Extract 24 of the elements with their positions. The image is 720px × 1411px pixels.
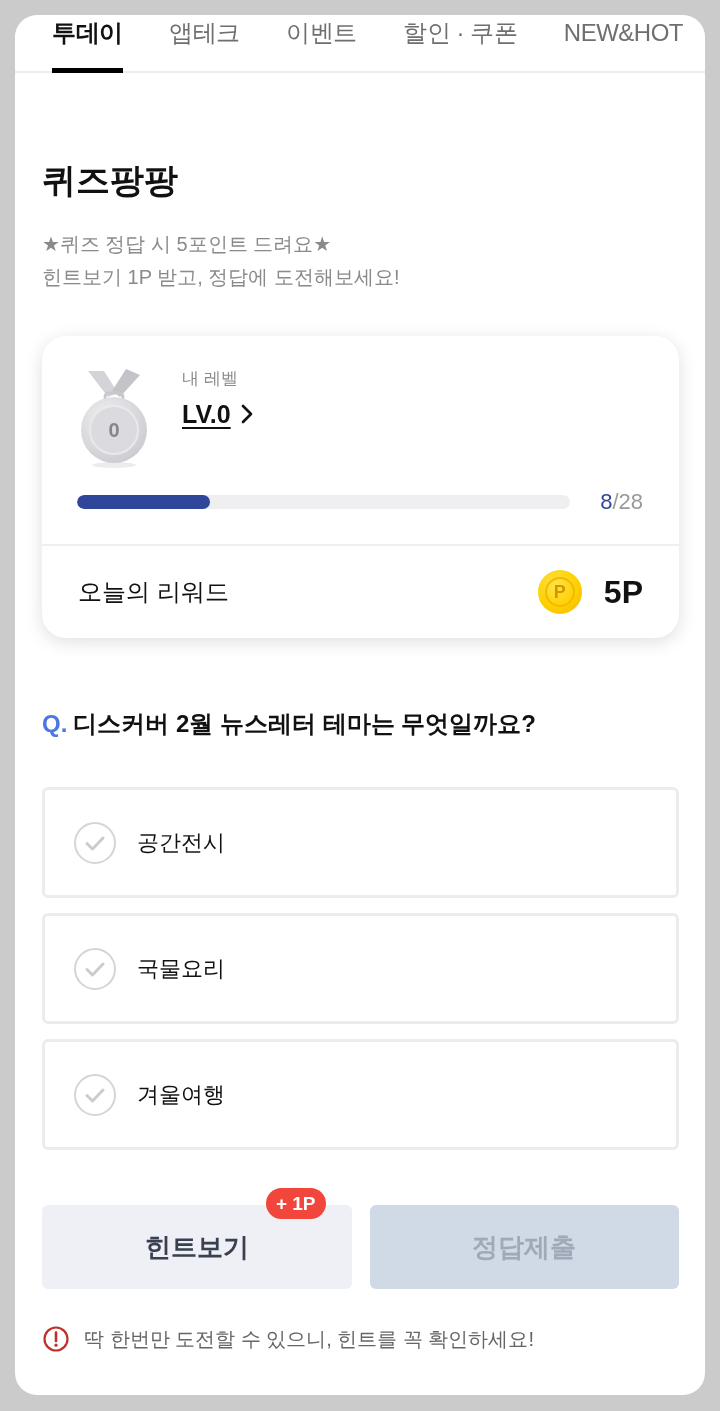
quiz-description: 힌트보기 1P 받고, 정답에 도전해보세요!: [42, 265, 401, 290]
question-text: Q. 디스커버 2월 뉴스레터 테마는 무엇일까요?: [42, 709, 538, 739]
points-badge: + 1P: [265, 1188, 326, 1219]
medal-number: 0: [107, 418, 121, 442]
answer-option[interactable]: 공간전시: [42, 787, 679, 898]
answer-option[interactable]: 겨울여행: [42, 1039, 679, 1150]
tab[interactable]: 앱테크: [169, 15, 240, 73]
coin-icon: P: [537, 570, 582, 614]
tab[interactable]: 투데이: [52, 15, 123, 73]
tab[interactable]: 할인 · 쿠폰: [403, 15, 518, 73]
quiz-title: 퀴즈팡팡: [42, 160, 179, 201]
level-link[interactable]: LV.0: [182, 397, 253, 431]
answer-option[interactable]: 국물요리: [42, 913, 679, 1024]
reward-points: 5P: [603, 573, 643, 612]
level-label: 내 레벨: [182, 368, 239, 390]
reward-label: 오늘의 리워드: [78, 577, 230, 607]
progress-count: 8/28: [600, 488, 643, 516]
notice-text: 딱 한번만 도전할 수 있으니, 힌트를 꼭 확인하세요!: [84, 1327, 534, 1352]
warning-icon: [43, 1326, 69, 1352]
tab[interactable]: NEW&HOT: [563, 15, 683, 73]
tab[interactable]: 이벤트: [286, 15, 357, 73]
quiz-description: ★퀴즈 정답 시 5포인트 드려요★: [42, 232, 333, 257]
chevron-right-icon: [240, 404, 253, 424]
medal-icon: [80, 367, 148, 469]
